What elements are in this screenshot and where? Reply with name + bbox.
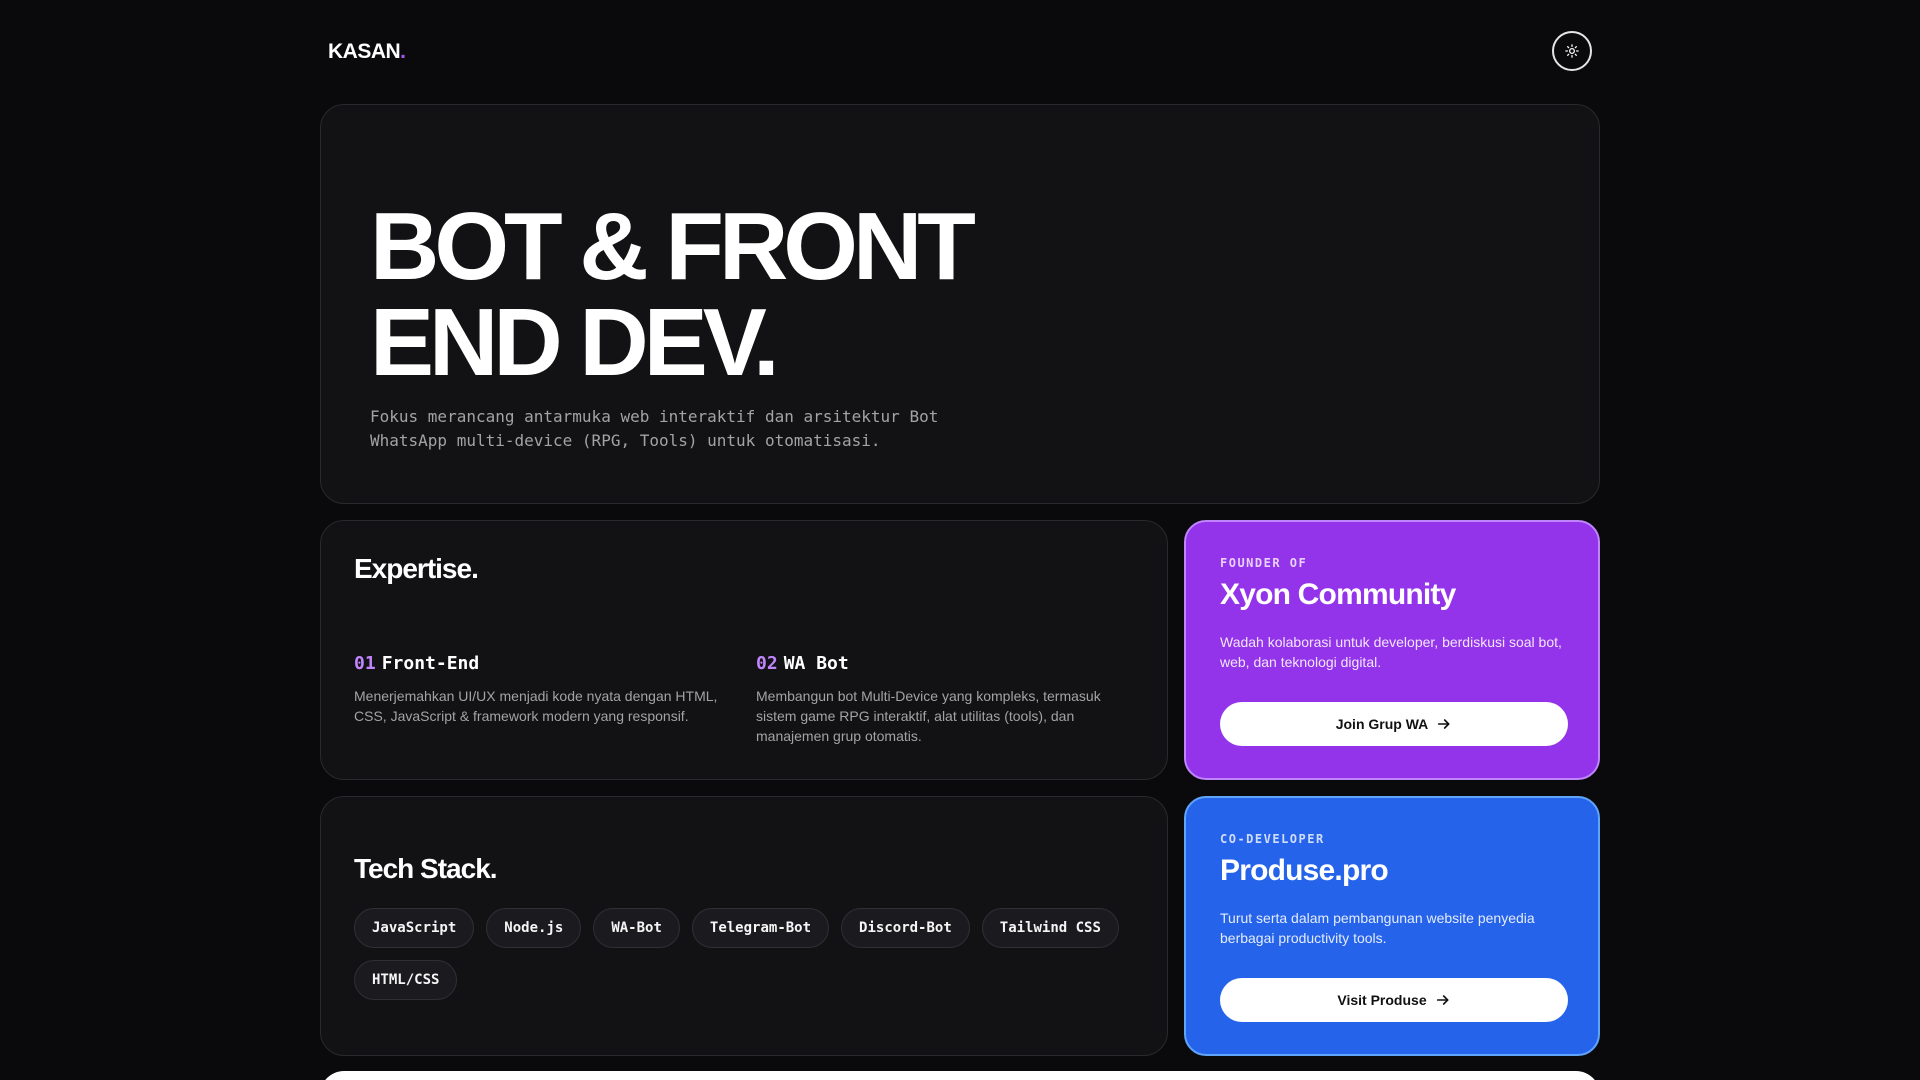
co-developer-title: Produse.pro xyxy=(1220,854,1389,887)
join-group-button[interactable]: Join Grup WA xyxy=(1220,702,1568,746)
hero-title-line-1: BOT & FRONT xyxy=(370,193,976,300)
expertise-item-name: Front-End xyxy=(381,653,480,674)
co-developer-description: Turut serta dalam pembangunan website pe… xyxy=(1220,910,1535,946)
tech-chip: Discord-Bot xyxy=(841,908,970,948)
tech-chip: JavaScript xyxy=(354,908,475,948)
tech-chip: HTML/CSS xyxy=(354,960,458,1000)
theme-toggle-button[interactable] xyxy=(1552,31,1592,71)
visit-produse-label: Visit Produse xyxy=(1337,992,1427,1008)
tech-chip: Tailwind CSS xyxy=(981,908,1119,948)
arrow-right-icon xyxy=(1438,719,1450,729)
expertise-item-front-end: 01 Front-End Menerjemahkan UI/UX menjadi … xyxy=(354,653,724,726)
founder-kicker: FOUNDER OF xyxy=(1220,556,1308,570)
next-section-card xyxy=(320,1071,1600,1080)
expertise-item-text: Menerjemahkan UI/UX menjadi kode nyata d… xyxy=(354,688,718,724)
tech-stack-chips: JavaScript Node.js WA-Bot Telegram-Bot D… xyxy=(354,908,1144,1000)
tech-chip: WA-Bot xyxy=(593,908,680,948)
expertise-item-number: 01 xyxy=(354,653,376,674)
logo-dot: . xyxy=(400,40,406,63)
hero-card: BOT & FRONT END DEV. Fokus merancang ant… xyxy=(320,104,1600,504)
tech-stack-card: Tech Stack. JavaScript Node.js WA-Bot Te… xyxy=(320,796,1168,1056)
page: KASAN. BOT & FRONT END DEV. Fokus meranc… xyxy=(0,0,1920,1080)
expertise-item-number: 02 xyxy=(756,653,778,674)
founder-description: Wadah kolaborasi untuk developer, berdis… xyxy=(1220,634,1562,670)
sun-icon xyxy=(1565,44,1579,58)
expertise-item-wa-bot: 02 WA Bot Membangun bot Multi-Device yang… xyxy=(756,653,1126,746)
hero-description: Fokus merancang antarmuka web interaktif… xyxy=(370,407,939,450)
arrow-right-icon xyxy=(1436,995,1449,1005)
expertise-item-text: Membangun bot Multi-Device yang kompleks… xyxy=(756,688,1101,744)
founder-title: Xyon Community xyxy=(1220,578,1456,611)
tech-stack-title: Tech Stack. xyxy=(354,853,498,884)
logo-text: KASAN xyxy=(328,40,401,63)
tech-chip: Telegram-Bot xyxy=(691,908,830,948)
founder-card: FOUNDER OF Xyon Community Wadah kolabora… xyxy=(1184,520,1600,780)
visit-produse-button[interactable]: Visit Produse xyxy=(1220,978,1568,1022)
expertise-item-heading: 01 Front-End xyxy=(354,653,724,674)
join-group-label: Join Grup WA xyxy=(1335,716,1429,732)
hero-title: BOT & FRONT END DEV. xyxy=(370,199,1090,391)
co-developer-card: CO-DEVELOPER Produse.pro Turut serta dal… xyxy=(1184,796,1600,1056)
expertise-card: Expertise. 01 Front-End Menerjemahkan UI/… xyxy=(320,520,1168,780)
tech-chip: Node.js xyxy=(486,908,582,948)
expertise-title: Expertise. xyxy=(354,553,479,584)
hero-title-line-2: END DEV. xyxy=(370,289,780,396)
co-developer-kicker: CO-DEVELOPER xyxy=(1220,832,1325,846)
expertise-item-name: WA Bot xyxy=(783,653,849,674)
site-logo[interactable]: KASAN. xyxy=(328,40,406,64)
expertise-item-heading: 02 WA Bot xyxy=(756,653,1126,674)
